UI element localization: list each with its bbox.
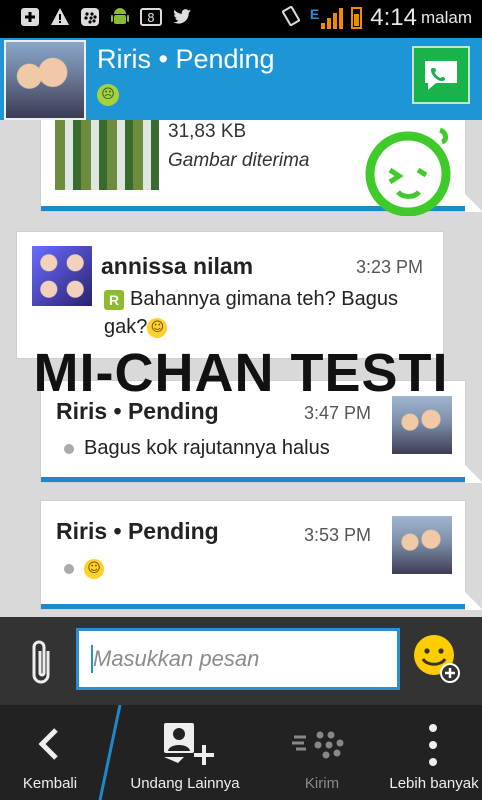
notification-count-icon: 8 xyxy=(140,7,162,27)
message-text-block: R Bahannya gimana teh? Bagus gak? ☺ xyxy=(104,285,424,341)
warning-icon xyxy=(50,7,70,27)
back-button[interactable]: Kembali xyxy=(0,705,100,800)
chat-bubble-button[interactable] xyxy=(412,46,470,104)
contact-avatar[interactable] xyxy=(4,40,86,120)
sticker-smiley-icon xyxy=(365,127,451,216)
more-label: Lebih banyak xyxy=(389,775,479,792)
image-file-size: 31,83 KB xyxy=(168,121,247,142)
android-icon xyxy=(110,7,130,27)
blackberry-icon xyxy=(80,7,100,27)
add-contact-icon xyxy=(164,723,214,765)
delivery-status-icon xyxy=(64,563,74,574)
invite-button[interactable]: Undang Lainnya xyxy=(120,705,250,800)
message-sender: Riris • Pending xyxy=(56,518,219,544)
message-text-block: ☺ xyxy=(64,554,104,582)
clock-time: 4:14 xyxy=(370,4,417,31)
more-button[interactable]: Lebih banyak xyxy=(386,705,482,800)
sender-avatar[interactable] xyxy=(32,246,92,306)
send-button[interactable]: Kirim xyxy=(272,705,372,800)
signal-icon xyxy=(321,7,344,29)
bubble-tail xyxy=(465,465,482,483)
bubble-tail xyxy=(465,194,482,212)
smiley-add-icon xyxy=(414,635,460,683)
attach-button[interactable] xyxy=(26,637,58,687)
twitter-icon xyxy=(172,7,192,27)
message-text-block: Bagus kok rajutannya halus xyxy=(64,434,330,462)
status-emoji-icon: ☹ xyxy=(97,84,119,106)
delivery-status-icon xyxy=(64,443,74,454)
network-type-label: E xyxy=(309,6,320,22)
bubble-tail xyxy=(465,592,482,610)
svg-text:8: 8 xyxy=(147,11,155,25)
sender-avatar[interactable] xyxy=(392,516,452,574)
plus-box-icon xyxy=(20,7,40,27)
grin-emoji-icon: ☺ xyxy=(147,317,168,338)
invite-label: Undang Lainnya xyxy=(130,775,240,792)
message-time: 3:53 PM xyxy=(304,525,372,545)
message-time: 3:47 PM xyxy=(304,403,372,423)
chevron-left-icon xyxy=(38,728,58,760)
message-input[interactable]: Masukkan pesan xyxy=(76,628,400,690)
message-text: Bagus kok rajutannya halus xyxy=(84,437,330,459)
more-vertical-icon xyxy=(429,724,437,766)
sender-avatar[interactable] xyxy=(392,396,452,454)
send-label: Kirim xyxy=(304,775,340,792)
paperclip-icon xyxy=(32,640,50,684)
image-status: Gambar diterima xyxy=(168,150,310,171)
message-sender: annissa nilam xyxy=(101,253,254,279)
chat-title[interactable]: Riris • Pending xyxy=(97,44,275,75)
bbm-send-icon xyxy=(292,731,344,759)
status-bar: 8 E 4:14 malam xyxy=(0,0,482,38)
clock-ampm: malam xyxy=(420,8,472,27)
grin-emoji-icon: ☺ xyxy=(84,558,104,579)
watermark-text: MI-CHAN TESTI xyxy=(33,343,449,403)
vibrate-icon xyxy=(280,5,302,32)
emoji-add-button[interactable] xyxy=(412,633,460,683)
battery-icon xyxy=(351,7,363,29)
read-receipt-icon: R xyxy=(104,289,124,310)
image-thumbnail[interactable] xyxy=(55,120,159,190)
back-label: Kembali xyxy=(22,775,78,792)
chat-bubble-icon xyxy=(425,61,457,90)
message-time: 3:23 PM xyxy=(356,257,424,277)
